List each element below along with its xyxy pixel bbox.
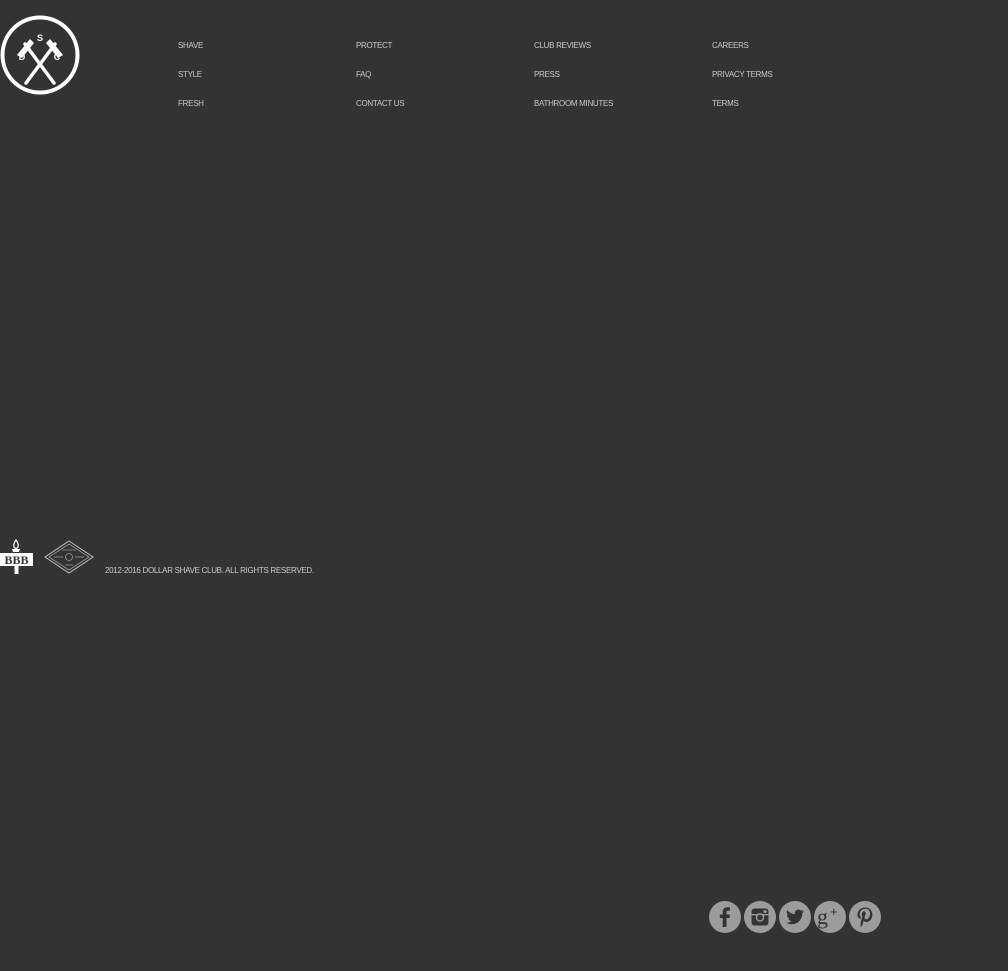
home-logo[interactable]: S D C xyxy=(0,15,80,95)
facebook-icon xyxy=(719,907,730,927)
nav-link-faq[interactable]: FAQ xyxy=(356,69,526,98)
instagram-link[interactable] xyxy=(744,901,776,933)
nav-link-contact-us[interactable]: CONTACT US xyxy=(356,98,526,127)
nav-link-club-reviews[interactable]: CLUB REVIEWS xyxy=(534,40,704,69)
logo-letter-c: C xyxy=(54,52,61,62)
bbb-badge[interactable]: BBB xyxy=(0,538,36,576)
google-plus-icon: g + xyxy=(817,904,838,929)
nav-column-4: CAREERS PRIVACY TERMS TERMS xyxy=(712,40,882,127)
nav-link-careers[interactable]: CAREERS xyxy=(712,40,882,69)
diamond-seal-icon xyxy=(44,540,94,574)
nav-column-2: PROTECT FAQ CONTACT US xyxy=(356,40,526,127)
nav-link-shave[interactable]: SHAVE xyxy=(178,40,348,69)
nav-link-press[interactable]: PRESS xyxy=(534,69,704,98)
nav-link-terms[interactable]: TERMS xyxy=(712,98,882,127)
diamond-seal-badge xyxy=(44,540,94,574)
bbb-torch-icon: BBB xyxy=(0,538,33,574)
crossed-razors-logo-icon: S D C xyxy=(0,15,80,95)
svg-text:g: g xyxy=(817,904,828,929)
pinterest-link[interactable] xyxy=(849,901,881,933)
twitter-icon xyxy=(786,909,804,925)
nav-link-protect[interactable]: PROTECT xyxy=(356,40,526,69)
nav-link-bathroom-minutes[interactable]: BATHROOM MINUTES xyxy=(534,98,704,127)
nav-link-fresh[interactable]: FRESH xyxy=(178,98,348,127)
svg-text:+: + xyxy=(830,904,838,919)
nav-link-style[interactable]: STYLE xyxy=(178,69,348,98)
google-plus-link[interactable]: g + xyxy=(814,901,846,933)
facebook-link[interactable] xyxy=(709,901,741,933)
nav-link-privacy-terms[interactable]: PRIVACY TERMS xyxy=(712,69,882,98)
pinterest-icon xyxy=(857,907,873,928)
nav-column-1: SHAVE STYLE FRESH xyxy=(178,40,348,127)
instagram-icon xyxy=(751,908,769,926)
twitter-link[interactable] xyxy=(779,901,811,933)
logo-letter-d: D xyxy=(19,52,26,62)
copyright-text: 2012-2016 DOLLAR SHAVE CLUB. ALL RIGHTS … xyxy=(105,566,314,575)
nav-column-3: CLUB REVIEWS PRESS BATHROOM MINUTES xyxy=(534,40,704,127)
social-links: g + xyxy=(709,901,881,933)
logo-letter-s: S xyxy=(37,33,43,43)
bbb-text: BBB xyxy=(4,553,28,567)
